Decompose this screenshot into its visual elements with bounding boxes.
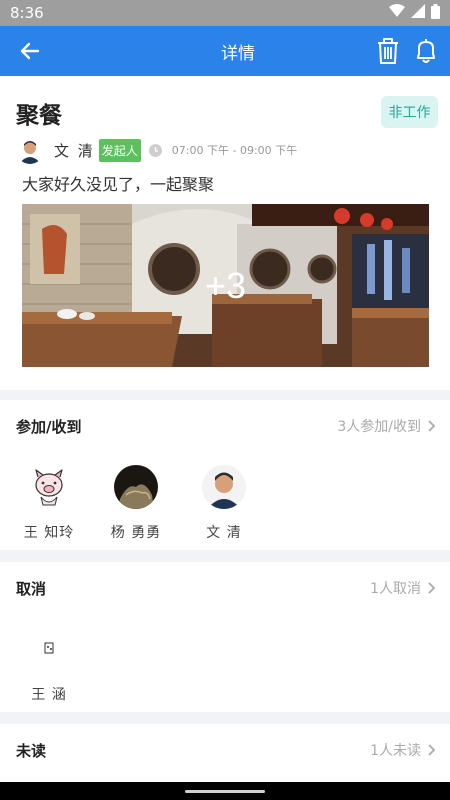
event-card: 聚餐 非工作 文 清 发起人 07:00 下午 - 09:00 下午 大家好久没… <box>0 76 450 390</box>
event-photo[interactable]: +3 <box>22 204 429 367</box>
photo-more-count: +3 <box>204 264 247 306</box>
unread-section: 未读 1人未读 <box>0 724 450 782</box>
organizer-name: 文 清 <box>54 141 95 160</box>
avatar <box>114 465 158 509</box>
chevron-right-icon <box>427 419 436 433</box>
organizer-row: 文 清 发起人 07:00 下午 - 09:00 下午 <box>16 135 297 165</box>
participant-name: 文 清 <box>206 525 242 541</box>
reminder-button[interactable] <box>414 37 438 65</box>
event-tag: 非工作 <box>381 96 438 128</box>
participants-header[interactable]: 参加/收到 3人参加/收到 <box>16 400 436 452</box>
cancelled-header[interactable]: 取消 1人取消 <box>16 562 436 614</box>
cancelled-name: 王 涵 <box>31 687 67 703</box>
cancelled-section: 取消 1人取消 王 涵 <box>0 562 450 712</box>
page-title: 详情 <box>221 43 255 64</box>
cellular-icon <box>411 4 425 22</box>
participant-item[interactable]: 王 知玲 <box>9 465 89 542</box>
chevron-right-icon <box>427 581 436 595</box>
participants-section: 参加/收到 3人参加/收到 王 知玲 杨 勇勇 文 清 <box>0 400 450 550</box>
event-time-range: 07:00 下午 - 09:00 下午 <box>171 144 298 157</box>
system-nav-bar <box>0 782 450 800</box>
delete-button[interactable] <box>376 37 400 65</box>
cancelled-count: 1人取消 <box>370 581 421 597</box>
status-time: 8:36 <box>10 4 44 22</box>
unread-title: 未读 <box>16 741 47 760</box>
unread-count: 1人未读 <box>370 743 421 759</box>
participant-name: 杨 勇勇 <box>110 525 162 541</box>
back-button[interactable] <box>0 26 60 76</box>
arrow-left-icon <box>20 42 40 60</box>
participant-item[interactable]: 杨 勇勇 <box>96 465 176 542</box>
bell-icon <box>417 39 435 63</box>
participants-title: 参加/收到 <box>16 417 82 436</box>
home-indicator[interactable] <box>185 790 265 793</box>
status-bar: 8:36 <box>0 0 450 26</box>
participants-count: 3人参加/收到 <box>337 419 421 435</box>
avatar <box>27 465 71 509</box>
avatar <box>202 465 246 509</box>
event-title: 聚餐 <box>16 103 62 129</box>
wifi-icon <box>389 4 405 22</box>
trash-icon <box>378 38 398 64</box>
chevron-right-icon <box>427 743 436 757</box>
clock-icon <box>148 143 162 157</box>
cancelled-title: 取消 <box>16 579 47 598</box>
event-description: 大家好久没见了，一起聚聚 <box>22 175 215 194</box>
organizer-badge: 发起人 <box>98 138 141 162</box>
participant-item[interactable]: 文 清 <box>184 465 264 542</box>
cancelled-item[interactable]: 王 涵 <box>9 627 89 704</box>
avatar <box>27 627 71 671</box>
unread-header[interactable]: 未读 1人未读 <box>16 724 436 776</box>
battery-icon <box>431 3 440 23</box>
participant-name: 王 知玲 <box>23 525 75 541</box>
organizer-avatar[interactable] <box>16 136 44 164</box>
app-bar: 详情 <box>0 26 450 76</box>
